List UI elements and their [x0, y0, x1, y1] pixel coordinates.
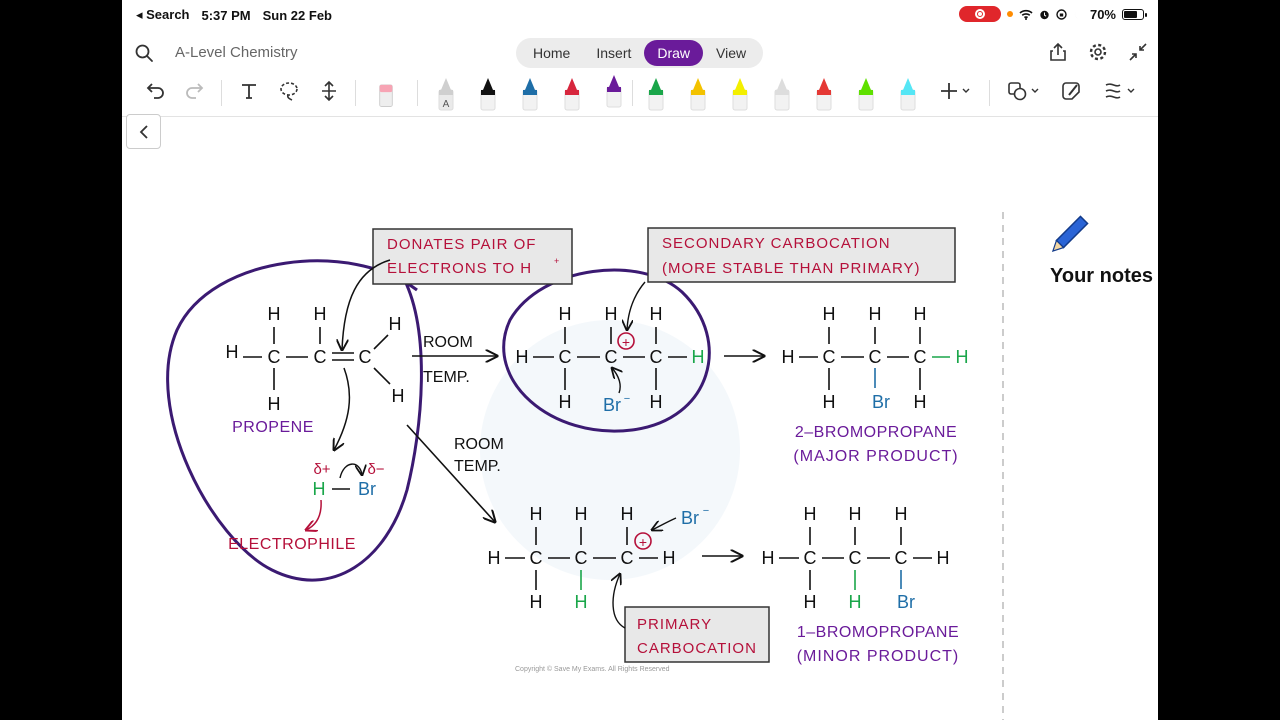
svg-text:H: H [516, 347, 529, 367]
svg-text:H: H [313, 479, 326, 499]
propene-structure: H C C C H H H H H [226, 304, 405, 414]
svg-text:H: H [621, 504, 634, 524]
svg-text:+: + [554, 256, 559, 266]
svg-text:H: H [650, 392, 663, 412]
svg-text:H: H [650, 304, 663, 324]
svg-text:C: C [559, 347, 572, 367]
svg-text:H: H [895, 504, 908, 524]
svg-text:C: C [869, 347, 882, 367]
svg-text:H: H [559, 304, 572, 324]
svg-text:H: H [392, 386, 405, 406]
svg-text:H: H [530, 592, 543, 612]
svg-text:H: H [605, 304, 618, 324]
svg-text:Br: Br [603, 395, 621, 415]
minor-product-note: (MINOR PRODUCT) [797, 648, 960, 665]
svg-text:−: − [703, 505, 709, 517]
svg-text:H: H [823, 392, 836, 412]
svg-text:H: H [914, 392, 927, 412]
svg-text:Br: Br [681, 508, 699, 528]
svg-text:C: C [268, 347, 281, 367]
svg-text:C: C [314, 347, 327, 367]
secondary-carbocation-box: SECONDARY CARBOCATION (MORE STABLE THAN … [647, 227, 956, 283]
svg-text:H: H [559, 392, 572, 412]
svg-text:C: C [359, 347, 372, 367]
svg-text:Br: Br [872, 392, 890, 412]
svg-text:H: H [226, 342, 239, 362]
1-bromopropane-structure: H C C C H H H H H H Br [762, 504, 950, 612]
svg-text:H: H [268, 394, 281, 414]
svg-text:C: C [575, 548, 588, 568]
svg-text:H: H [823, 304, 836, 324]
temp-label-top: TEMP. [423, 369, 470, 386]
svg-text:H: H [937, 548, 950, 568]
minor-product-name: 1–BROMOPROPANE [797, 624, 959, 641]
svg-text:C: C [605, 347, 618, 367]
svg-text:δ−: δ− [367, 461, 384, 478]
svg-text:H: H [314, 304, 327, 324]
svg-text:Br: Br [358, 479, 376, 499]
svg-text:C: C [914, 347, 927, 367]
pencil-icon [1051, 215, 1089, 253]
svg-text:H: H [804, 504, 817, 524]
svg-text:Br: Br [897, 592, 915, 612]
primary-carbocation-box: PRIMARY CARBOCATION [624, 606, 770, 663]
svg-text:C: C [849, 548, 862, 568]
svg-text:δ+: δ+ [313, 461, 330, 478]
temp-label-bottom: TEMP. [454, 458, 501, 475]
svg-text:H: H [782, 347, 795, 367]
electrophile-label: ELECTROPHILE [228, 536, 356, 553]
svg-text:+: + [622, 334, 630, 350]
your-notes-label: Your notes [1050, 265, 1153, 287]
screen: ◂ Search 5:37 PM Sun 22 Feb 70% A-Level … [122, 0, 1158, 720]
room-temp-label-top: ROOM [423, 334, 473, 351]
svg-text:DONATES PAIR OF: DONATES PAIR OF [387, 236, 536, 253]
svg-text:C: C [650, 347, 663, 367]
svg-text:PRIMARY: PRIMARY [637, 616, 712, 633]
svg-text:H: H [849, 592, 862, 612]
svg-text:H: H [849, 504, 862, 524]
2-bromopropane-structure: H C C C H H H H Br H H [782, 304, 969, 412]
propene-label: PROPENE [232, 419, 314, 436]
major-product-note: (MAJOR PRODUCT) [793, 448, 958, 465]
svg-text:H: H [914, 304, 927, 324]
svg-text:H: H [575, 504, 588, 524]
svg-text:C: C [895, 548, 908, 568]
svg-text:C: C [621, 548, 634, 568]
svg-text:C: C [804, 548, 817, 568]
chevron-left-icon [139, 124, 148, 139]
svg-text:H: H [663, 548, 676, 568]
svg-text:H: H [488, 548, 501, 568]
svg-text:H: H [956, 347, 969, 367]
room-temp-label-bottom: ROOM [454, 436, 504, 453]
drawing-canvas[interactable]: DONATES PAIR OF ELECTRONS TO H + SECONDA… [122, 0, 1158, 720]
svg-text:H: H [389, 314, 402, 334]
svg-text:ELECTRONS TO H: ELECTRONS TO H [387, 260, 532, 277]
svg-text:H: H [804, 592, 817, 612]
back-button[interactable] [126, 114, 161, 149]
svg-text:C: C [823, 347, 836, 367]
svg-text:H: H [762, 548, 775, 568]
major-product-name: 2–BROMOPROPANE [795, 424, 957, 441]
svg-text:CARBOCATION: CARBOCATION [637, 640, 757, 657]
svg-text:H: H [530, 504, 543, 524]
svg-text:H: H [869, 304, 882, 324]
svg-text:SECONDARY CARBOCATION: SECONDARY CARBOCATION [662, 235, 891, 252]
copyright-text: Copyright © Save My Exams. All Rights Re… [515, 666, 670, 673]
svg-text:H: H [692, 347, 705, 367]
svg-text:(MORE STABLE THAN PRIMARY): (MORE STABLE THAN PRIMARY) [662, 260, 921, 277]
svg-text:H: H [575, 592, 588, 612]
donates-electrons-box: DONATES PAIR OF ELECTRONS TO H + [372, 228, 573, 285]
svg-text:−: − [624, 393, 630, 405]
svg-text:C: C [530, 548, 543, 568]
hbr-electrophile: δ+ δ− H Br [306, 461, 385, 530]
svg-text:+: + [639, 534, 647, 550]
svg-text:H: H [268, 304, 281, 324]
